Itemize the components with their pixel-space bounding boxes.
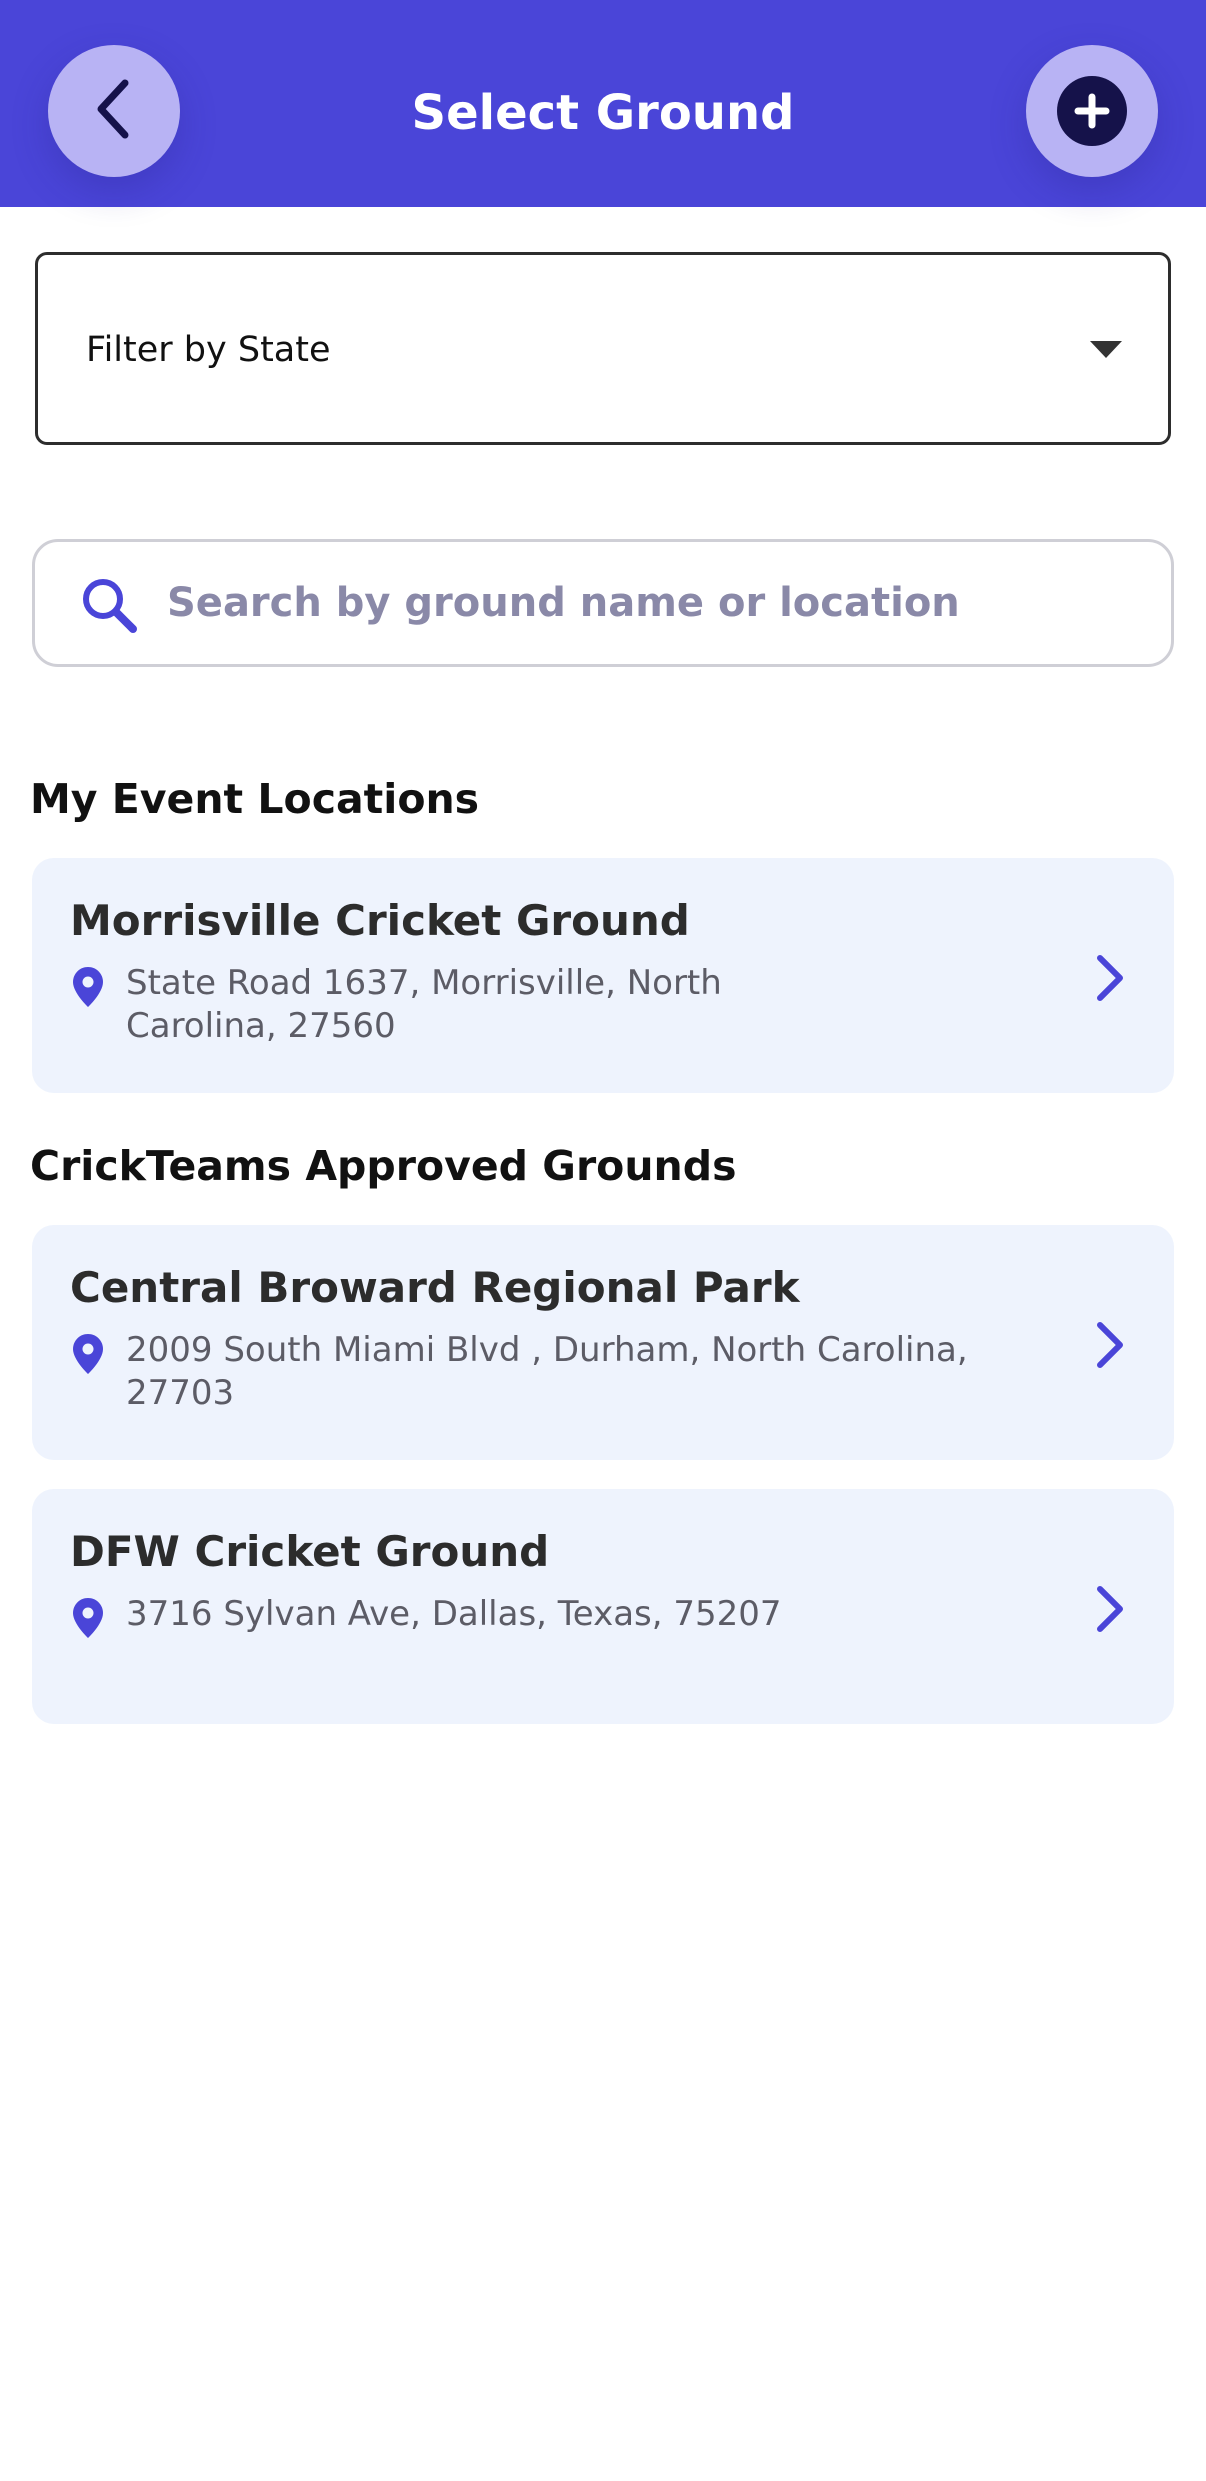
caret-down-icon bbox=[1090, 341, 1122, 363]
state-filter-dropdown[interactable]: Filter by State bbox=[35, 252, 1171, 445]
location-pin-icon bbox=[72, 966, 104, 1012]
ground-name: DFW Cricket Ground bbox=[70, 1527, 550, 1576]
chevron-right-icon bbox=[1092, 954, 1126, 1006]
add-ground-button[interactable] bbox=[1026, 45, 1158, 177]
ground-address: 2009 South Miami Blvd , Durham, North Ca… bbox=[126, 1330, 968, 1413]
ground-name: Morrisville Cricket Ground bbox=[70, 896, 690, 945]
select-ground-screen: Select Ground Filter by State Search by … bbox=[0, 0, 1206, 2481]
ground-card-morrisville[interactable]: Morrisville Cricket Ground State Road 16… bbox=[32, 858, 1174, 1093]
search-box bbox=[32, 539, 1174, 667]
plus-circle-icon bbox=[1057, 76, 1127, 146]
location-pin-icon bbox=[72, 1597, 104, 1643]
search-input[interactable] bbox=[167, 570, 1147, 636]
ground-address: State Road 1637, Morrisville, North Caro… bbox=[126, 963, 722, 1046]
location-pin-icon bbox=[72, 1333, 104, 1379]
ground-name: Central Broward Regional Park bbox=[70, 1263, 800, 1312]
ground-address: 3716 Sylvan Ave, Dallas, Texas, 75207 bbox=[126, 1594, 782, 1634]
chevron-left-icon bbox=[89, 77, 139, 145]
chevron-right-icon bbox=[1092, 1321, 1126, 1373]
back-button[interactable] bbox=[48, 45, 180, 177]
search-icon bbox=[79, 575, 139, 639]
ground-card-central-broward[interactable]: Central Broward Regional Park 2009 South… bbox=[32, 1225, 1174, 1460]
chevron-right-icon bbox=[1092, 1585, 1126, 1637]
state-filter-label: Filter by State bbox=[86, 330, 331, 370]
app-header: Select Ground bbox=[0, 0, 1206, 207]
ground-card-dfw[interactable]: DFW Cricket Ground 3716 Sylvan Ave, Dall… bbox=[32, 1489, 1174, 1724]
page-title: Select Ground bbox=[411, 85, 795, 141]
my-event-locations-heading: My Event Locations bbox=[30, 775, 480, 823]
approved-grounds-heading: CrickTeams Approved Grounds bbox=[30, 1142, 737, 1190]
